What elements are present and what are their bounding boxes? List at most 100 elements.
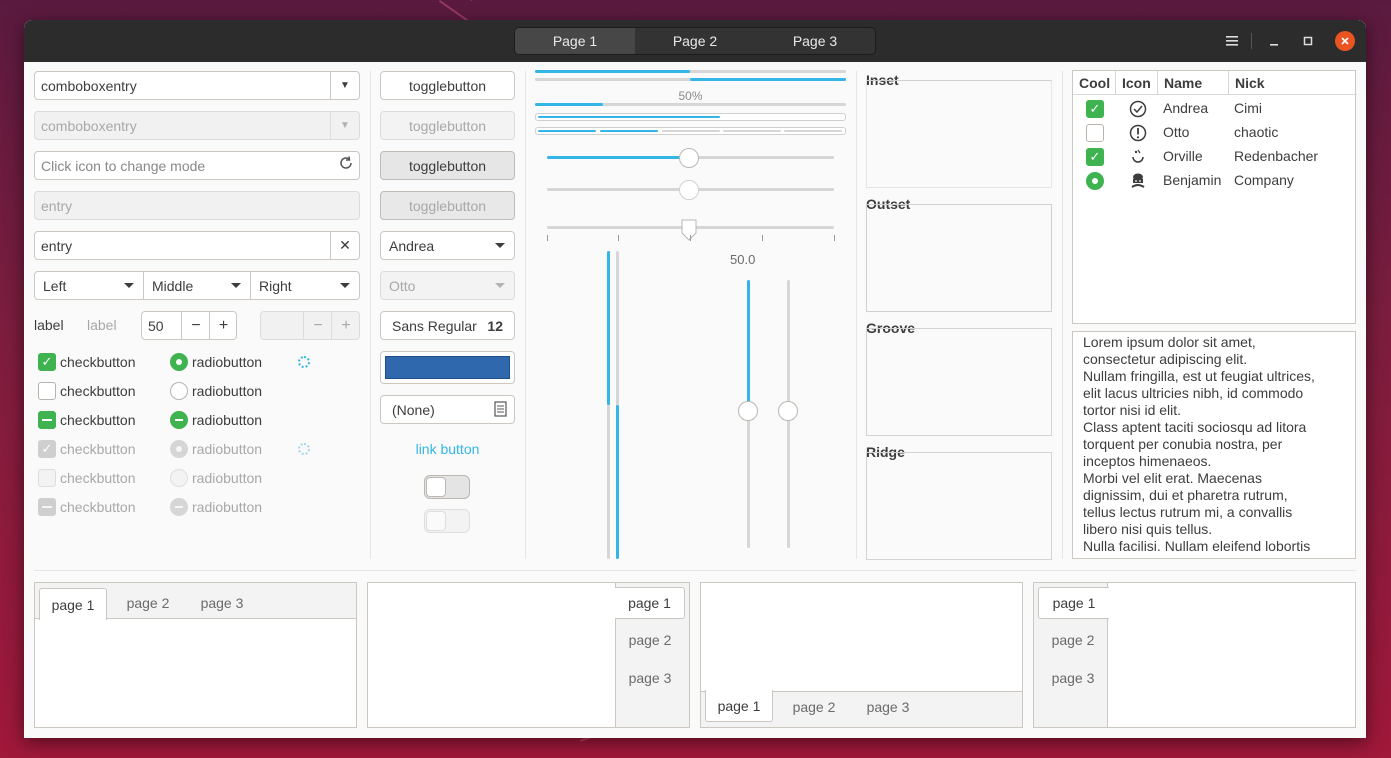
combo-andrea-label: Andrea: [389, 237, 435, 254]
combo-middle[interactable]: Middle: [143, 271, 251, 300]
tab-page-1[interactable]: Page 1: [515, 28, 635, 54]
progress-fill: [535, 70, 690, 73]
tree-row-radio[interactable]: [1086, 172, 1104, 190]
radiobutton-mixed[interactable]: [170, 411, 188, 429]
minimize-icon[interactable]: [1264, 31, 1284, 51]
radiobutton-label: radiobutton: [192, 470, 263, 486]
toggle-button[interactable]: togglebutton: [380, 71, 515, 100]
titlebar-separator: [1251, 33, 1252, 49]
vscale-1-handle[interactable]: [738, 401, 758, 421]
notebook-tab-page-3[interactable]: page 3: [187, 588, 257, 618]
vscale-2-handle[interactable]: [778, 401, 798, 421]
text-view[interactable]: Lorem ipsum dolor sit amet, consectetur …: [1072, 331, 1356, 559]
progress-block: [600, 130, 658, 132]
checkbutton-label: checkbutton: [60, 412, 136, 428]
entry-with-clear[interactable]: entry ✕: [34, 231, 360, 260]
radiobutton-disabled-mixed: [170, 498, 188, 516]
column-header-nick[interactable]: Nick: [1229, 71, 1357, 95]
document-icon: [492, 401, 508, 420]
column-header-icon[interactable]: Icon: [1116, 71, 1158, 95]
progress-block-empty: [723, 130, 781, 132]
font-name: Sans Regular: [392, 317, 477, 334]
tab-page-3[interactable]: Page 3: [755, 28, 875, 54]
switch-disabled: [424, 509, 470, 533]
checkbutton-unchecked[interactable]: [38, 382, 56, 400]
tree-view[interactable]: Cool Icon Name Nick ✓ Andrea Cimi Otto c…: [1072, 70, 1357, 324]
tab-page-2[interactable]: Page 2: [635, 28, 755, 54]
tree-cell-name: Orville: [1163, 148, 1203, 164]
notebook-tab-page-1[interactable]: page 1: [39, 588, 107, 620]
notebook-tab-page-3[interactable]: page 3: [1038, 663, 1108, 693]
notebook-tab-page-1[interactable]: page 1: [1038, 587, 1109, 619]
dropdown-arrow-icon[interactable]: ▼: [330, 72, 359, 99]
scale-tick: [547, 235, 548, 241]
file-chooser-button[interactable]: (None): [380, 395, 515, 424]
check-icon: ✓: [41, 441, 53, 456]
hscale-1-handle[interactable]: [679, 148, 699, 168]
refresh-icon[interactable]: [339, 156, 353, 174]
radiobutton[interactable]: [170, 382, 188, 400]
link-button[interactable]: link button: [380, 441, 515, 457]
header-bar: Page 1 Page 2 Page 3: [24, 20, 1366, 62]
spin-plus-button[interactable]: +: [209, 312, 237, 339]
text-line: inceptos himenaeos.: [1083, 453, 1212, 469]
text-line: consectetur adipiscing elit.: [1083, 351, 1248, 367]
notebook-tab-page-2[interactable]: page 2: [1038, 625, 1108, 655]
tree-cell-name: Andrea: [1163, 100, 1209, 116]
toggle-button-active[interactable]: togglebutton: [380, 151, 515, 180]
progress-bar-2: [535, 78, 846, 81]
switch-off[interactable]: [424, 475, 470, 499]
combo-left-label: Left: [43, 277, 67, 294]
notebook-tab-page-1[interactable]: page 1: [615, 587, 685, 619]
notebook-tab-page-2[interactable]: page 2: [113, 588, 183, 618]
spin-button[interactable]: 50 − +: [141, 311, 237, 340]
checkbutton-checked[interactable]: ✓: [38, 353, 56, 371]
notebook-tab-page-1[interactable]: page 1: [705, 690, 773, 722]
clear-icon[interactable]: ✕: [330, 232, 359, 259]
combo-left[interactable]: Left: [34, 271, 144, 300]
tree-row-checkbox[interactable]: ✓: [1086, 100, 1104, 118]
wallpaper-line: [470, 0, 502, 1]
column-separator: [370, 71, 371, 559]
mode-entry[interactable]: Click icon to change mode: [34, 151, 360, 180]
text-line: tellus lectus rutrum mi, a convallis: [1083, 504, 1293, 520]
frame-outset: [866, 204, 1052, 312]
checkbutton-mixed[interactable]: [38, 411, 56, 429]
notebook-tabs-bottom: page 1 page 2 page 3: [700, 582, 1023, 728]
progress-block: [538, 130, 596, 132]
hscale-3-handle[interactable]: [681, 219, 697, 244]
text-line: dignissim, dui et pharetra rutrum,: [1083, 487, 1288, 503]
combo-andrea[interactable]: Andrea: [380, 231, 515, 260]
notebook-tab-page-2[interactable]: page 2: [779, 692, 849, 722]
gtk-widget-factory-window: Page 1 Page 2 Page 3 comboboxentry ▼ com…: [24, 20, 1366, 738]
combobox-entry[interactable]: comboboxentry ▼: [34, 71, 360, 100]
close-icon[interactable]: [1335, 31, 1355, 51]
color-button[interactable]: [380, 351, 515, 384]
notebook-tab-page-3[interactable]: page 3: [853, 692, 923, 722]
progress-block-empty: [662, 130, 720, 132]
chevron-down-icon: [231, 283, 241, 288]
column-header-cool[interactable]: Cool: [1073, 71, 1116, 95]
maximize-icon[interactable]: [1298, 31, 1318, 51]
text-line: Morbi vel elit erat. Maecenas: [1083, 470, 1262, 486]
text-line: Nullam fringilla, est ut feugiat ultrice…: [1083, 368, 1315, 384]
spinner-icon: [298, 356, 310, 368]
combo-otto-disabled: Otto: [380, 271, 515, 300]
column-header-name[interactable]: Name: [1158, 71, 1229, 95]
font-button[interactable]: Sans Regular 12: [380, 311, 515, 340]
spin-value: 50: [148, 317, 164, 334]
progress-fill: [690, 78, 846, 81]
checkbutton-label: checkbutton: [60, 470, 136, 486]
dropdown-arrow-icon: ▼: [330, 112, 359, 139]
spin-minus-button[interactable]: −: [181, 312, 210, 339]
notebook-tab-page-3[interactable]: page 3: [615, 663, 685, 693]
checkbutton-label: checkbutton: [60, 441, 136, 457]
notebook-tab-page-2[interactable]: page 2: [615, 625, 685, 655]
checkbutton-disabled-checked: ✓: [38, 440, 56, 458]
radiobutton-selected[interactable]: [170, 353, 188, 371]
hamburger-menu-icon[interactable]: [1222, 31, 1242, 51]
tree-row-checkbox[interactable]: [1086, 124, 1104, 142]
combo-right[interactable]: Right: [250, 271, 360, 300]
tree-row-checkbox[interactable]: ✓: [1086, 148, 1104, 166]
progress-fill: [535, 103, 603, 106]
